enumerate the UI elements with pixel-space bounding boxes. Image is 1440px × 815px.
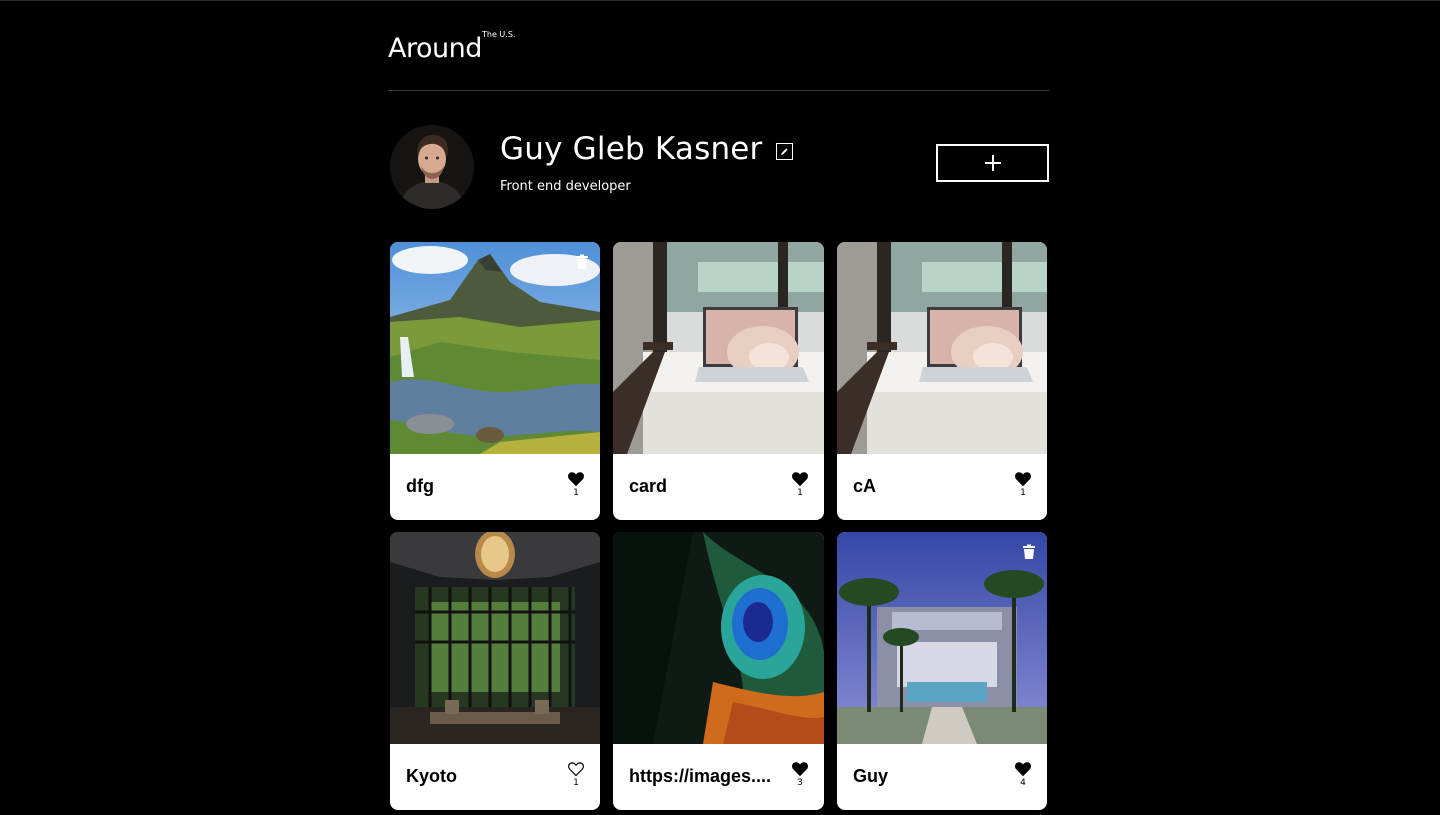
card-title: card — [629, 476, 668, 496]
main-container: Around The U.S. Guy Gleb Kasner Front en… — [388, 0, 1049, 243]
like-group: 1 — [790, 471, 810, 499]
heart-icon[interactable] — [1014, 761, 1032, 777]
card: cA 1 — [837, 242, 1047, 520]
logo-text: Around — [388, 33, 482, 64]
like-group: 1 — [1013, 471, 1033, 499]
trash-icon[interactable] — [1021, 544, 1037, 560]
card-image[interactable] — [837, 242, 1047, 454]
header: Around The U.S. — [388, 0, 1049, 91]
trash-icon[interactable] — [574, 254, 590, 270]
card: Guy 4 — [837, 532, 1047, 810]
like-count: 1 — [1020, 488, 1026, 498]
card-body: https://images.... 3 — [613, 744, 824, 810]
heart-icon[interactable] — [791, 761, 809, 777]
like-group: 3 — [790, 761, 810, 789]
like-group: 1 — [566, 471, 586, 499]
card: dfg 1 — [390, 242, 600, 520]
card: https://images.... 3 — [613, 532, 824, 810]
edit-profile-button[interactable] — [775, 142, 793, 160]
card-title: cA — [853, 476, 877, 496]
card-image[interactable] — [613, 532, 824, 744]
card: card 1 — [613, 242, 824, 520]
add-card-button[interactable] — [936, 144, 1049, 182]
name-row: Guy Gleb Kasner — [500, 131, 793, 167]
card-body: dfg 1 — [390, 454, 600, 520]
page: Around The U.S. Guy Gleb Kasner Front en… — [0, 0, 1440, 815]
like-count: 4 — [1020, 778, 1026, 788]
logo[interactable]: Around The U.S. — [388, 30, 515, 64]
card-body: cA 1 — [837, 454, 1047, 520]
heart-outline-icon[interactable] — [567, 761, 585, 777]
card-title: dfg — [406, 476, 434, 496]
card-body: Guy 4 — [837, 744, 1047, 810]
card-body: Kyoto 1 — [390, 744, 600, 810]
card-image[interactable] — [837, 532, 1047, 744]
like-count: 3 — [797, 778, 803, 788]
card-body: card 1 — [613, 454, 824, 520]
heart-icon[interactable] — [567, 471, 585, 487]
like-count: 1 — [573, 778, 579, 788]
plus-icon — [984, 155, 1001, 171]
card-image[interactable] — [390, 242, 600, 454]
like-count: 1 — [573, 488, 579, 498]
heart-icon[interactable] — [1014, 471, 1032, 487]
profile-section: Guy Gleb Kasner Front end developer — [388, 91, 1049, 243]
like-group: 1 — [566, 761, 586, 789]
avatar[interactable] — [390, 125, 474, 209]
like-count: 1 — [797, 488, 803, 498]
card-image[interactable] — [390, 532, 600, 744]
profile-job: Front end developer — [500, 179, 631, 194]
like-group: 4 — [1013, 761, 1033, 789]
cards-grid: dfg 1 card 1 cA 1 Kyoto 1 https://images… — [390, 242, 1047, 810]
profile-name: Guy Gleb Kasner — [500, 131, 763, 167]
card-title: Guy — [853, 766, 889, 786]
card-image[interactable] — [613, 242, 824, 454]
heart-icon[interactable] — [791, 471, 809, 487]
card-title: https://images.... — [629, 766, 772, 786]
pencil-icon — [780, 147, 788, 155]
card: Kyoto 1 — [390, 532, 600, 810]
card-title: Kyoto — [406, 766, 457, 786]
logo-subtitle: The U.S. — [482, 30, 516, 39]
